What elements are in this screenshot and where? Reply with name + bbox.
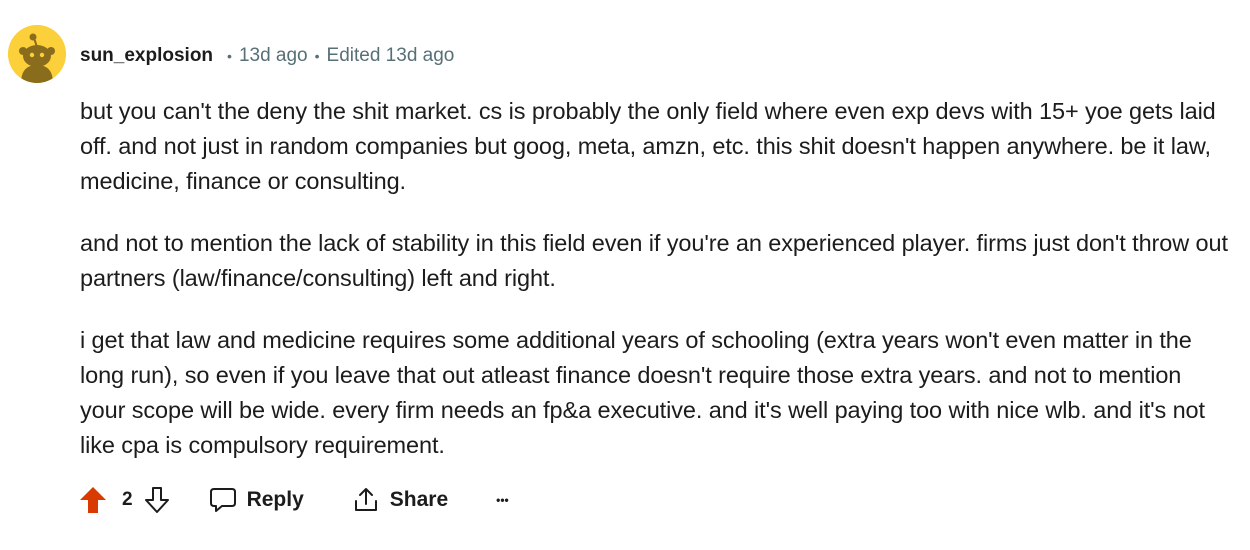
comment-age[interactable]: 13d ago	[239, 45, 308, 67]
comment-paragraph: and not to mention the lack of stability…	[80, 230, 1228, 291]
comment-header: sun_explosion • 13d ago • Edited 13d ago	[80, 42, 454, 70]
comment: sun_explosion • 13d ago • Edited 13d ago…	[0, 0, 1250, 550]
share-button[interactable]: Share	[352, 486, 448, 514]
downvote-arrow-icon	[144, 487, 169, 513]
user-avatar[interactable]	[8, 25, 66, 83]
upvote-button[interactable]	[78, 485, 108, 515]
reply-label: Reply	[246, 488, 304, 511]
ellipsis-icon: •••	[496, 493, 509, 507]
comment-action-bar: 2 Reply Share •••	[78, 482, 509, 518]
share-arrow-icon	[354, 488, 377, 511]
edited-label: Edited 13d ago	[326, 45, 455, 66]
more-options-button[interactable]: •••	[496, 493, 509, 507]
username-link[interactable]: sun_explosion	[80, 45, 213, 67]
separator-dot: •	[227, 48, 232, 64]
vote-count: 2	[122, 489, 133, 510]
comment-paragraph: i get that law and medicine requires som…	[80, 327, 1205, 458]
speech-bubble-icon	[209, 488, 236, 512]
separator-dot: •	[314, 48, 320, 64]
share-label: Share	[389, 488, 449, 511]
comment-body: but you can't the deny the shit market. …	[80, 94, 1230, 490]
downvote-button[interactable]	[143, 485, 171, 515]
comment-paragraph: but you can't the deny the shit market. …	[80, 98, 1216, 194]
reply-button[interactable]: Reply	[209, 486, 304, 514]
upvote-arrow-icon	[80, 487, 106, 513]
snoo-avatar-icon	[8, 25, 66, 83]
